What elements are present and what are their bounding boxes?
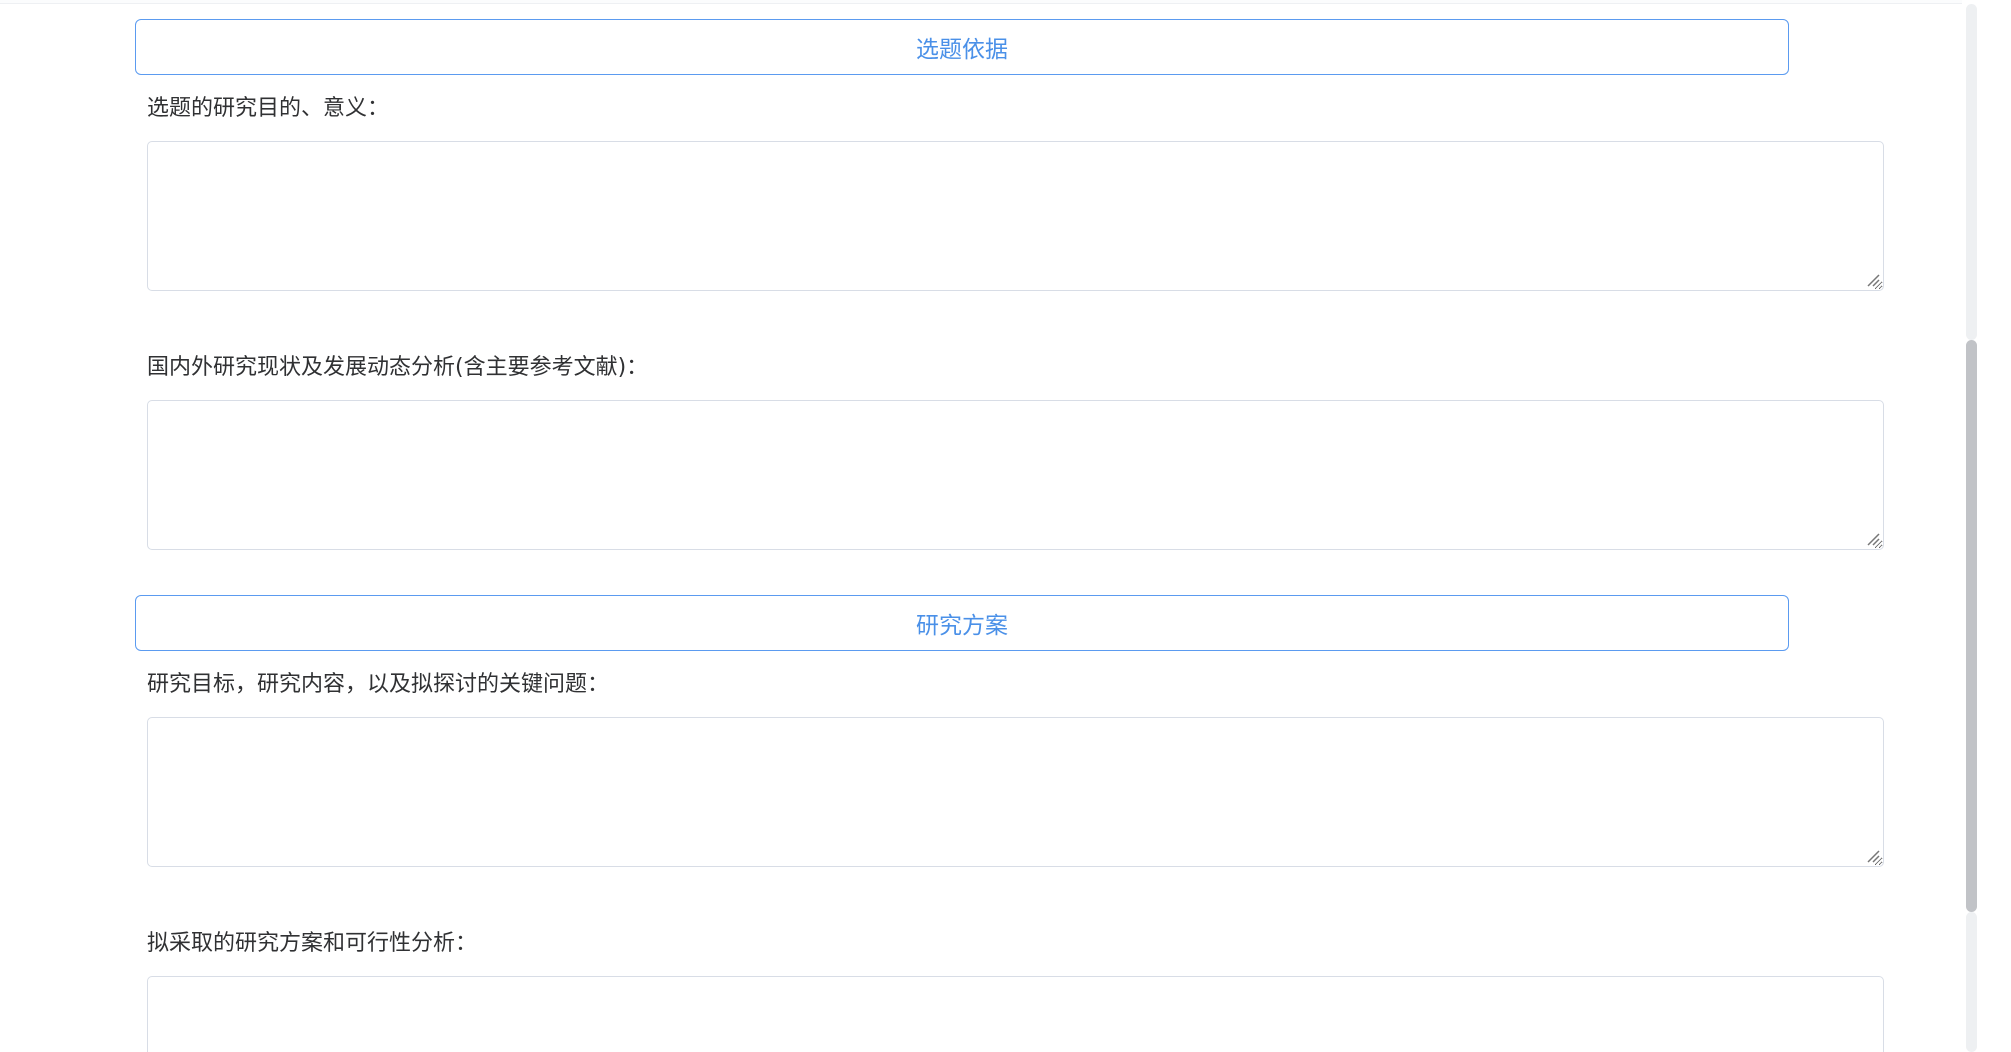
- scrollbar-lower-track[interactable]: [1966, 912, 1977, 1052]
- proposal-form-page: 选题依据 选题的研究目的、意义： 国内外研究现状及发展动态分析(含主要参考文献)…: [0, 0, 2011, 1052]
- top-divider: [0, 0, 1962, 4]
- research-purpose-textarea[interactable]: [147, 141, 1884, 291]
- research-goals-textarea[interactable]: [147, 717, 1884, 867]
- field-label-research-status: 国内外研究现状及发展动态分析(含主要参考文献)：: [147, 355, 649, 380]
- field-label-research-goals: 研究目标，研究内容，以及拟探讨的关键问题：: [147, 672, 610, 697]
- section-header-topic-basis[interactable]: 选题依据: [135, 19, 1789, 75]
- research-status-textarea[interactable]: [147, 400, 1884, 550]
- scrollbar-upper-track[interactable]: [1966, 4, 1977, 340]
- section-header-research-plan[interactable]: 研究方案: [135, 595, 1789, 651]
- vertical-scrollbar-thumb[interactable]: [1966, 340, 1977, 912]
- research-plan-textarea[interactable]: [147, 976, 1884, 1052]
- field-label-research-purpose: 选题的研究目的、意义：: [147, 96, 390, 121]
- field-label-research-plan: 拟采取的研究方案和可行性分析：: [147, 931, 478, 956]
